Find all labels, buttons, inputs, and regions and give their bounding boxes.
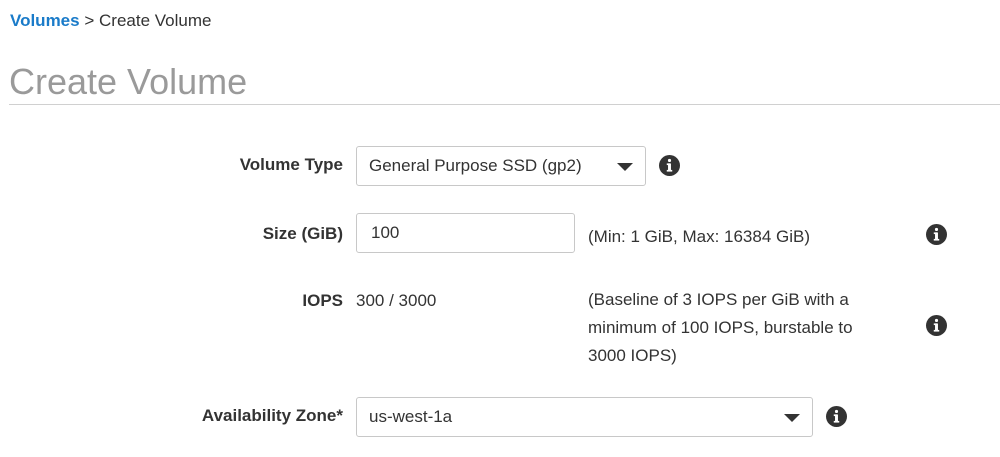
iops-value: 300 / 3000 [356,291,437,310]
iops-help-line-1: (Baseline of 3 IOPS per GiB with a [588,290,849,309]
iops-help-line-3: 3000 IOPS) [588,346,677,365]
breadcrumb-current: Create Volume [99,11,212,30]
info-icon[interactable] [926,315,947,336]
info-icon[interactable] [826,406,847,427]
availability-zone-select[interactable]: us-west-1a [356,397,813,437]
size-help-text: (Min: 1 GiB, Max: 16384 GiB) [588,227,811,246]
availability-zone-label: Availability Zone* [201,406,343,425]
breadcrumb: Volumes > Create Volume [10,10,211,32]
availability-zone-value: us-west-1a [369,407,453,426]
info-icon[interactable] [659,155,680,176]
volume-type-select[interactable]: General Purpose SSD (gp2) [356,146,646,186]
caret-down-icon [617,163,633,171]
info-icon[interactable] [926,224,947,245]
volume-type-label: Volume Type [239,155,343,174]
breadcrumb-link-volumes[interactable]: Volumes [10,11,80,30]
size-input[interactable] [356,213,575,253]
breadcrumb-separator: > [84,11,95,30]
iops-help-line-2: minimum of 100 IOPS, burstable to [588,318,853,337]
iops-label: IOPS [302,291,343,310]
title-divider [9,104,1000,105]
size-label: Size (GiB) [262,224,343,243]
caret-down-icon [784,414,800,422]
page-title: Create Volume [9,61,248,102]
volume-type-value: General Purpose SSD (gp2) [369,156,582,175]
